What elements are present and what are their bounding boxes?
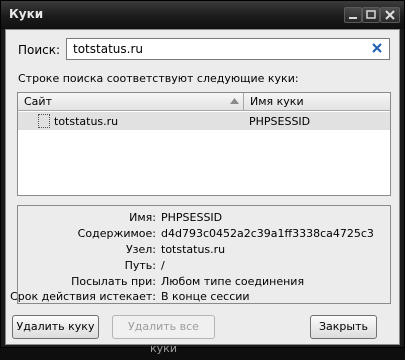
search-input[interactable]: totstatus.ru [66,38,390,60]
column-header-name-label: Имя куки [250,95,304,108]
dialog-body: Поиск: totstatus.ru Строке поиска соотве… [5,29,400,355]
detail-value-content: d4d793c0452a2c39a1ff3338ca4725c3 [161,227,374,240]
search-label: Поиск: [18,43,61,57]
window-title: Куки [9,7,44,21]
close-window-button[interactable] [380,7,400,23]
cookie-details: Имя: PHPSESSID Содержимое: d4d793c0452a2… [10,205,391,304]
column-header-name[interactable]: Имя куки [244,93,390,111]
detail-label-content: Содержимое: [77,227,156,240]
cookie-row-name: PHPSESSID [249,115,311,128]
detail-label-host: Узел: [125,243,156,256]
cookies-window: Куки Поиск: totstatus.ru Строке поиска с… [0,0,405,355]
minimize-button[interactable] [344,7,362,23]
cookie-list[interactable]: Сайт Имя куки totstatus.ru PHPSESSID [17,92,391,196]
detail-value-path: / [161,259,165,272]
cookie-row[interactable]: totstatus.ru PHPSESSID [18,112,390,130]
sort-up-icon [230,98,239,104]
maximize-icon [366,10,376,19]
detail-value-expires: В конце сессии [161,290,250,303]
title-bar[interactable]: Куки [1,1,404,29]
close-icon [385,10,395,20]
clear-search-icon[interactable] [371,42,383,54]
delete-cookie-button[interactable]: Удалить куку [12,315,99,339]
maximize-button[interactable] [362,7,380,23]
detail-label-expires: Срок действия истекает: [10,290,156,303]
search-value: totstatus.ru [73,42,143,56]
delete-all-cookies-button[interactable]: Удалить все куки [112,315,215,355]
row-focus-box [38,114,50,128]
detail-value-name: PHPSESSID [161,211,223,224]
column-header-site[interactable]: Сайт [18,93,244,111]
cookie-row-site: totstatus.ru [54,115,119,128]
match-caption: Строке поиска соответствуют следующие ку… [18,72,299,85]
detail-value-host: totstatus.ru [161,243,226,256]
close-button[interactable]: Закрыть [310,315,377,339]
minimize-icon [349,17,357,19]
detail-label-send-for: Посылать при: [71,275,156,288]
detail-value-send-for: Любом типе соединения [161,275,305,288]
column-header-site-label: Сайт [24,95,52,108]
detail-label-path: Путь: [124,259,156,272]
detail-label-name: Имя: [129,211,156,224]
